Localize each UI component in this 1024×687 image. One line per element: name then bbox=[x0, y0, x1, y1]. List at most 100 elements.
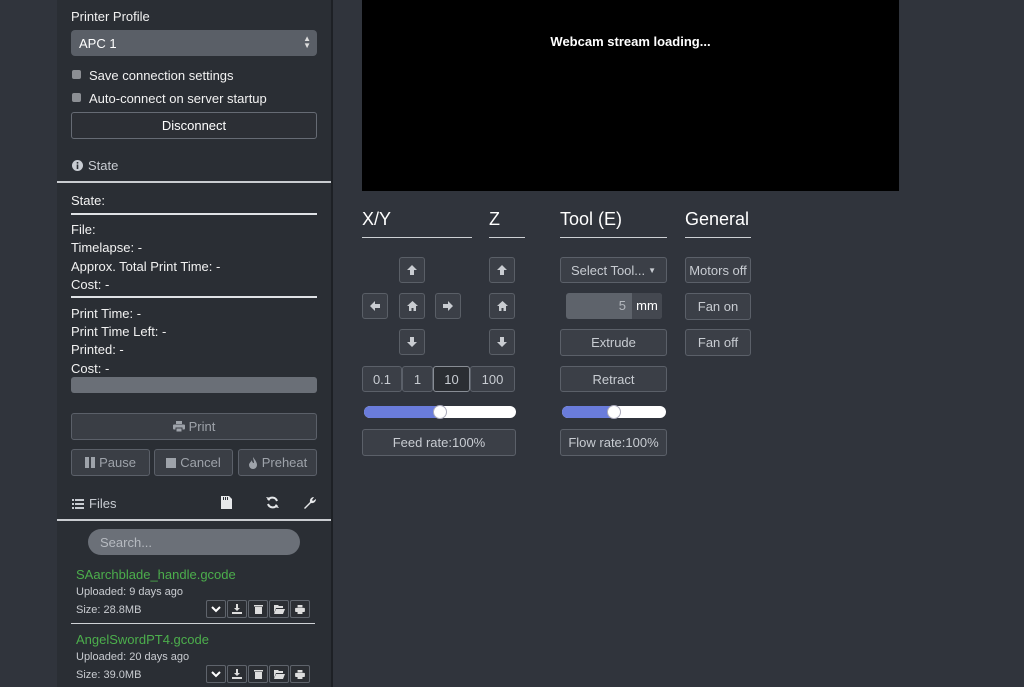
step-0-1-button[interactable]: 0.1 bbox=[362, 366, 402, 392]
download-icon bbox=[232, 604, 242, 614]
refresh-icon[interactable] bbox=[266, 496, 279, 509]
file-size: Size: 39.0MB bbox=[76, 669, 142, 681]
select-tool-label: Select Tool... bbox=[570, 262, 646, 278]
pause-label: Pause bbox=[99, 455, 136, 470]
timelapse-label: Timelapse: - bbox=[71, 240, 143, 255]
printer-icon bbox=[172, 421, 185, 432]
tool-underline bbox=[560, 237, 667, 238]
motors-off-button[interactable]: Motors off bbox=[685, 257, 751, 283]
folder-open-icon bbox=[273, 669, 285, 679]
folder-open-icon bbox=[273, 604, 285, 614]
home-icon bbox=[496, 301, 508, 311]
file-name-link[interactable]: SAarchblade_handle.gcode bbox=[76, 567, 236, 582]
arrow-up-icon bbox=[407, 265, 417, 275]
load-file-button[interactable] bbox=[269, 665, 289, 683]
download-icon bbox=[232, 669, 242, 679]
arrow-down-icon bbox=[497, 337, 507, 347]
section-divider bbox=[57, 181, 331, 183]
xy-title: X/Y bbox=[362, 209, 392, 229]
file-size: Size: 28.8MB bbox=[76, 604, 142, 616]
z-title: Z bbox=[489, 209, 500, 229]
feed-rate-button[interactable]: Feed rate:100% bbox=[362, 429, 516, 456]
z-underline bbox=[489, 237, 525, 238]
pause-icon bbox=[85, 457, 96, 468]
jog-x-plus-button[interactable] bbox=[435, 293, 461, 319]
delete-file-button[interactable] bbox=[248, 665, 268, 683]
delete-file-button[interactable] bbox=[248, 600, 268, 618]
state-section-header[interactable]: State bbox=[72, 158, 118, 173]
load-file-button[interactable] bbox=[269, 600, 289, 618]
jog-y-minus-button[interactable] bbox=[399, 329, 425, 355]
disconnect-button[interactable]: Disconnect bbox=[71, 112, 317, 139]
files-section-header[interactable]: Files bbox=[72, 496, 116, 511]
print-button[interactable]: Print bbox=[71, 413, 317, 440]
printer-icon bbox=[295, 669, 305, 679]
trash-icon bbox=[253, 670, 263, 679]
flow-rate-handle[interactable] bbox=[607, 405, 621, 419]
print-progress-bar bbox=[71, 377, 317, 393]
stop-icon bbox=[166, 457, 177, 468]
sd-card-icon[interactable] bbox=[221, 496, 232, 509]
jog-x-minus-button[interactable] bbox=[362, 293, 388, 319]
file-uploaded: Uploaded: 20 days ago bbox=[76, 651, 190, 663]
extrude-amount-input[interactable]: 5 mm bbox=[566, 293, 662, 319]
fan-off-button[interactable]: Fan off bbox=[685, 329, 751, 356]
file-name-link[interactable]: AngelSwordPT4.gcode bbox=[76, 632, 209, 647]
wrench-icon[interactable] bbox=[304, 496, 317, 509]
general-title: General bbox=[685, 209, 750, 229]
file-uploaded: Uploaded: 9 days ago bbox=[76, 586, 184, 598]
tool-title: Tool (E) bbox=[560, 209, 623, 229]
state-section-label: State bbox=[88, 158, 119, 173]
preheat-button[interactable]: Preheat bbox=[238, 449, 317, 476]
extrude-button[interactable]: Extrude bbox=[560, 329, 667, 356]
general-underline bbox=[685, 237, 751, 238]
cancel-button[interactable]: Cancel bbox=[154, 449, 233, 476]
fire-icon bbox=[248, 456, 257, 469]
list-icon bbox=[72, 498, 84, 509]
printer-icon bbox=[295, 604, 305, 614]
jog-z-minus-button[interactable] bbox=[489, 329, 515, 355]
files-divider bbox=[57, 519, 331, 521]
expand-file-button[interactable] bbox=[206, 665, 226, 683]
home-xy-button[interactable] bbox=[399, 293, 425, 319]
webcam-stream: Webcam stream loading... bbox=[362, 0, 899, 191]
state-label: State: bbox=[71, 193, 105, 208]
jog-y-plus-button[interactable] bbox=[399, 257, 425, 283]
step-100-button[interactable]: 100 bbox=[470, 366, 515, 392]
flow-rate-button[interactable]: Flow rate:100% bbox=[560, 429, 667, 456]
print-file-button[interactable] bbox=[290, 600, 310, 618]
approx-total-print-time: Approx. Total Print Time: - bbox=[71, 259, 221, 274]
printed-amount: Printed: - bbox=[71, 342, 124, 357]
print-file-button[interactable] bbox=[290, 665, 310, 683]
expand-file-button[interactable] bbox=[206, 600, 226, 618]
step-1-button[interactable]: 1 bbox=[402, 366, 433, 392]
auto-connect-checkbox[interactable] bbox=[72, 93, 81, 102]
printer-profile-value: APC 1 bbox=[79, 35, 117, 51]
file-search-input[interactable]: Search... bbox=[88, 529, 300, 555]
download-file-button[interactable] bbox=[227, 600, 247, 618]
select-tool-dropdown[interactable]: Select Tool... ▼ bbox=[560, 257, 667, 283]
home-z-button[interactable] bbox=[489, 293, 515, 319]
auto-connect-label: Auto-connect on server startup bbox=[89, 91, 267, 106]
jog-z-plus-button[interactable] bbox=[489, 257, 515, 283]
arrow-up-icon bbox=[497, 265, 507, 275]
save-connection-checkbox[interactable] bbox=[72, 70, 81, 79]
file-divider bbox=[71, 623, 315, 624]
printer-profile-select[interactable]: APC 1 ▲ ▼ bbox=[71, 30, 317, 56]
feed-rate-handle[interactable] bbox=[433, 405, 447, 419]
arrow-down-icon bbox=[407, 337, 417, 347]
pause-button[interactable]: Pause bbox=[71, 449, 150, 476]
home-icon bbox=[406, 301, 418, 311]
state-divider bbox=[71, 213, 317, 215]
chevron-down-icon bbox=[211, 670, 221, 677]
print-label: Print bbox=[188, 419, 216, 434]
download-file-button[interactable] bbox=[227, 665, 247, 683]
retract-button[interactable]: Retract bbox=[560, 366, 667, 392]
files-section-label: Files bbox=[89, 496, 117, 511]
file-label: File: bbox=[71, 222, 96, 237]
feed-rate-fill bbox=[364, 406, 440, 418]
printer-profile-label: Printer Profile bbox=[71, 9, 150, 24]
fan-on-button[interactable]: Fan on bbox=[685, 293, 751, 320]
step-10-button[interactable]: 10 bbox=[433, 366, 470, 392]
trash-icon bbox=[253, 605, 263, 614]
